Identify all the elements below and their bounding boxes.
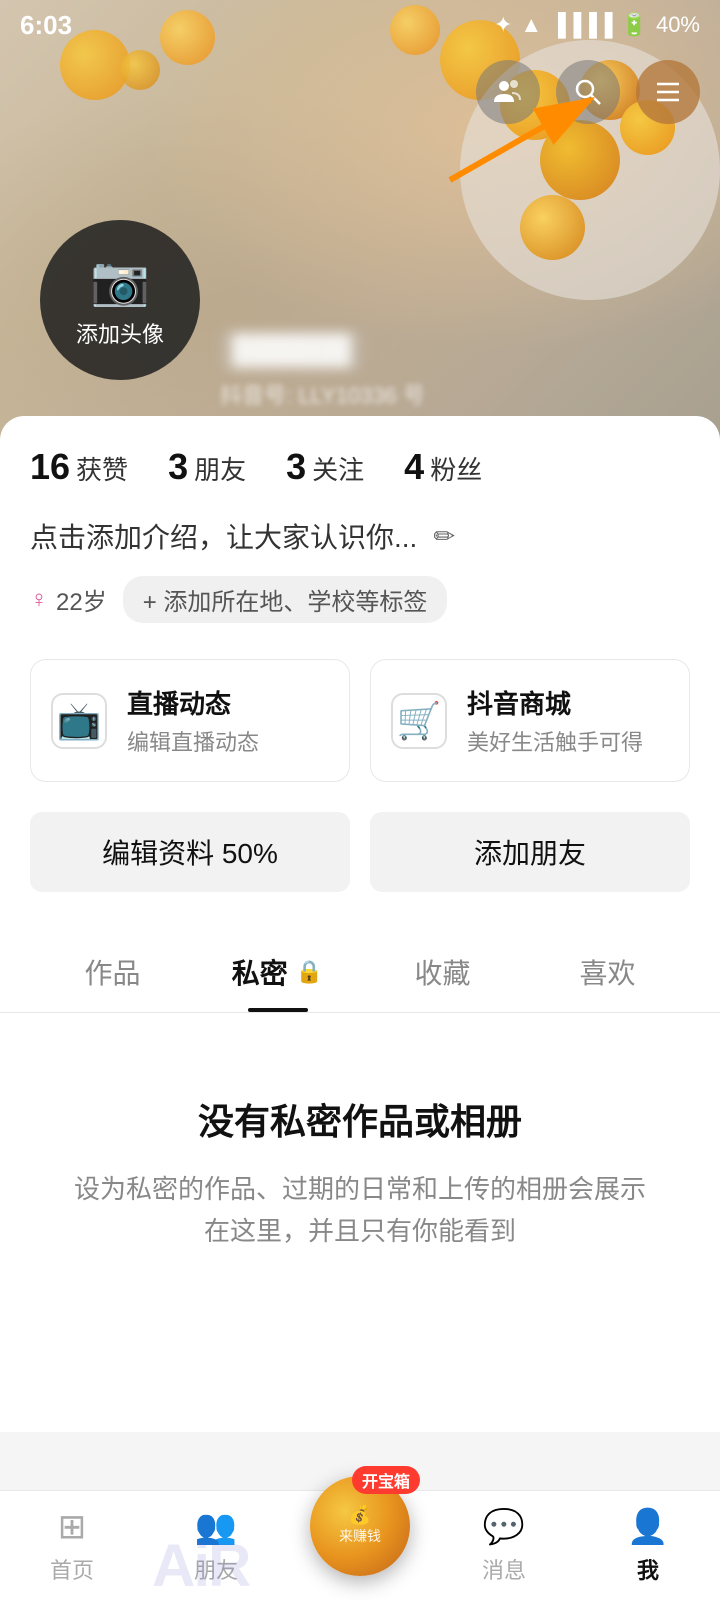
likes-stat[interactable]: 16 获赞 bbox=[30, 446, 128, 488]
banner-username-area: ██████ 抖音号: LLY10336 号 bbox=[220, 330, 425, 410]
add-tags-button[interactable]: + 添加所在地、学校等标签 bbox=[123, 576, 448, 623]
stats-row: 16 获赞 3 朋友 3 关注 4 粉丝 bbox=[30, 446, 690, 488]
messages-icon: 💬 bbox=[483, 1507, 525, 1547]
profile-banner: 📷 添加头像 ██████ 抖音号: LLY10336 号 bbox=[0, 0, 720, 440]
nav-home[interactable]: ⊞ 首页 bbox=[0, 1507, 144, 1585]
avatar-area[interactable]: 📷 添加头像 bbox=[40, 220, 200, 380]
action-buttons: 编辑资料 50% 添加朋友 bbox=[30, 812, 690, 892]
bio-row[interactable]: 点击添加介绍，让大家认识你... ✏ bbox=[30, 516, 690, 556]
profile-nav-icon: 👤 bbox=[627, 1507, 669, 1547]
fruit-decoration bbox=[120, 50, 160, 90]
following-stat[interactable]: 3 关注 bbox=[286, 446, 364, 488]
followers-label: 粉丝 bbox=[430, 450, 482, 487]
earn-sub-label: 来赚钱 bbox=[339, 1526, 381, 1546]
lock-icon: 🔒 bbox=[296, 959, 323, 985]
edit-profile-button[interactable]: 编辑资料 50% bbox=[30, 812, 350, 892]
tab-likes[interactable]: 喜欢 bbox=[525, 928, 690, 1012]
friends-label: 朋友 bbox=[194, 450, 246, 487]
nav-profile-label: 我 bbox=[637, 1553, 659, 1585]
username-display: ██████ bbox=[220, 330, 363, 370]
empty-title: 没有私密作品或相册 bbox=[70, 1093, 650, 1145]
live-service-title: 直播动态 bbox=[127, 684, 259, 721]
bluetooth-icon: ✦ bbox=[494, 12, 512, 38]
bottom-navigation: ⊞ 首页 👥 朋友 开宝箱 💰 来赚钱 💬 消息 👤 我 bbox=[0, 1490, 720, 1600]
services-row: 📺 直播动态 编辑直播动态 🛒 抖音商城 美好生活触手可得 bbox=[30, 659, 690, 782]
battery-pct: 40% bbox=[656, 12, 700, 38]
nav-profile[interactable]: 👤 我 bbox=[576, 1507, 720, 1585]
signal-icon: ▐▐▐▐ bbox=[550, 12, 612, 38]
nav-earn-money[interactable]: 开宝箱 💰 来赚钱 bbox=[288, 1476, 432, 1576]
shop-service-title: 抖音商城 bbox=[467, 684, 643, 721]
live-service-card[interactable]: 📺 直播动态 编辑直播动态 bbox=[30, 659, 350, 782]
nav-messages-label: 消息 bbox=[482, 1553, 526, 1585]
empty-state: 没有私密作品或相册 设为私密的作品、过期的日常和上传的相册会展示在这里，并且只有… bbox=[30, 1013, 690, 1312]
user-id-display: 抖音号: LLY10336 号 bbox=[220, 378, 425, 410]
nav-messages[interactable]: 💬 消息 bbox=[432, 1507, 576, 1585]
profile-tabs: 作品 私密 🔒 收藏 喜欢 bbox=[0, 928, 720, 1013]
followers-count: 4 bbox=[404, 446, 424, 488]
status-icons: ✦ ▲ ▐▐▐▐ 🔋 40% bbox=[494, 12, 700, 38]
friends-button[interactable] bbox=[476, 60, 540, 124]
shop-service-card[interactable]: 🛒 抖音商城 美好生活触手可得 bbox=[370, 659, 690, 782]
nav-friends[interactable]: 👥 朋友 bbox=[144, 1507, 288, 1585]
live-service-info: 直播动态 编辑直播动态 bbox=[127, 684, 259, 757]
status-bar: 6:03 ✦ ▲ ▐▐▐▐ 🔋 40% bbox=[0, 0, 720, 50]
add-tags-label: + 添加所在地、学校等标签 bbox=[143, 582, 428, 617]
age-label: 22岁 bbox=[56, 582, 107, 617]
wifi-icon: ▲ bbox=[520, 12, 542, 38]
nav-home-label: 首页 bbox=[50, 1553, 94, 1585]
live-icon: 📺 bbox=[51, 693, 107, 749]
search-button[interactable] bbox=[556, 60, 620, 124]
banner-actions bbox=[476, 60, 700, 124]
friends-count: 3 bbox=[168, 446, 188, 488]
following-count: 3 bbox=[286, 446, 306, 488]
friends-stat[interactable]: 3 朋友 bbox=[168, 446, 246, 488]
nav-friends-label: 朋友 bbox=[194, 1553, 238, 1585]
add-avatar-button[interactable]: 📷 添加头像 bbox=[40, 220, 200, 380]
empty-desc: 设为私密的作品、过期的日常和上传的相册会展示在这里，并且只有你能看到 bbox=[70, 1169, 650, 1252]
add-friend-button[interactable]: 添加朋友 bbox=[370, 812, 690, 892]
main-content-card: 16 获赞 3 朋友 3 关注 4 粉丝 点击添加介绍，让大家认识你... ✏ … bbox=[0, 416, 720, 1432]
friends-nav-icon: 👥 bbox=[195, 1507, 237, 1547]
tab-favorites[interactable]: 收藏 bbox=[360, 928, 525, 1012]
shop-service-info: 抖音商城 美好生活触手可得 bbox=[467, 684, 643, 757]
tab-works[interactable]: 作品 bbox=[30, 928, 195, 1012]
tab-private[interactable]: 私密 🔒 bbox=[195, 928, 360, 1012]
likes-label: 获赞 bbox=[76, 450, 128, 487]
likes-count: 16 bbox=[30, 446, 70, 488]
gender-age-tag: ♀ 22岁 bbox=[30, 582, 107, 617]
menu-button[interactable] bbox=[636, 60, 700, 124]
money-bag-badge: 开宝箱 bbox=[352, 1466, 420, 1494]
live-service-sub: 编辑直播动态 bbox=[127, 725, 259, 757]
gender-icon: ♀ bbox=[30, 586, 48, 614]
money-bag-button[interactable]: 开宝箱 💰 来赚钱 bbox=[310, 1476, 410, 1576]
shop-icon: 🛒 bbox=[391, 693, 447, 749]
earn-label: 💰 bbox=[349, 1505, 371, 1526]
battery-icon: 🔋 bbox=[621, 12, 648, 38]
shop-service-sub: 美好生活触手可得 bbox=[467, 725, 643, 757]
bio-text: 点击添加介绍，让大家认识你... bbox=[30, 516, 417, 556]
home-icon: ⊞ bbox=[58, 1507, 87, 1547]
edit-bio-icon[interactable]: ✏ bbox=[433, 521, 455, 552]
tags-row: ♀ 22岁 + 添加所在地、学校等标签 bbox=[30, 576, 690, 623]
following-label: 关注 bbox=[312, 450, 364, 487]
camera-icon: 📷 bbox=[90, 252, 150, 309]
status-time: 6:03 bbox=[20, 10, 72, 41]
followers-stat[interactable]: 4 粉丝 bbox=[404, 446, 482, 488]
